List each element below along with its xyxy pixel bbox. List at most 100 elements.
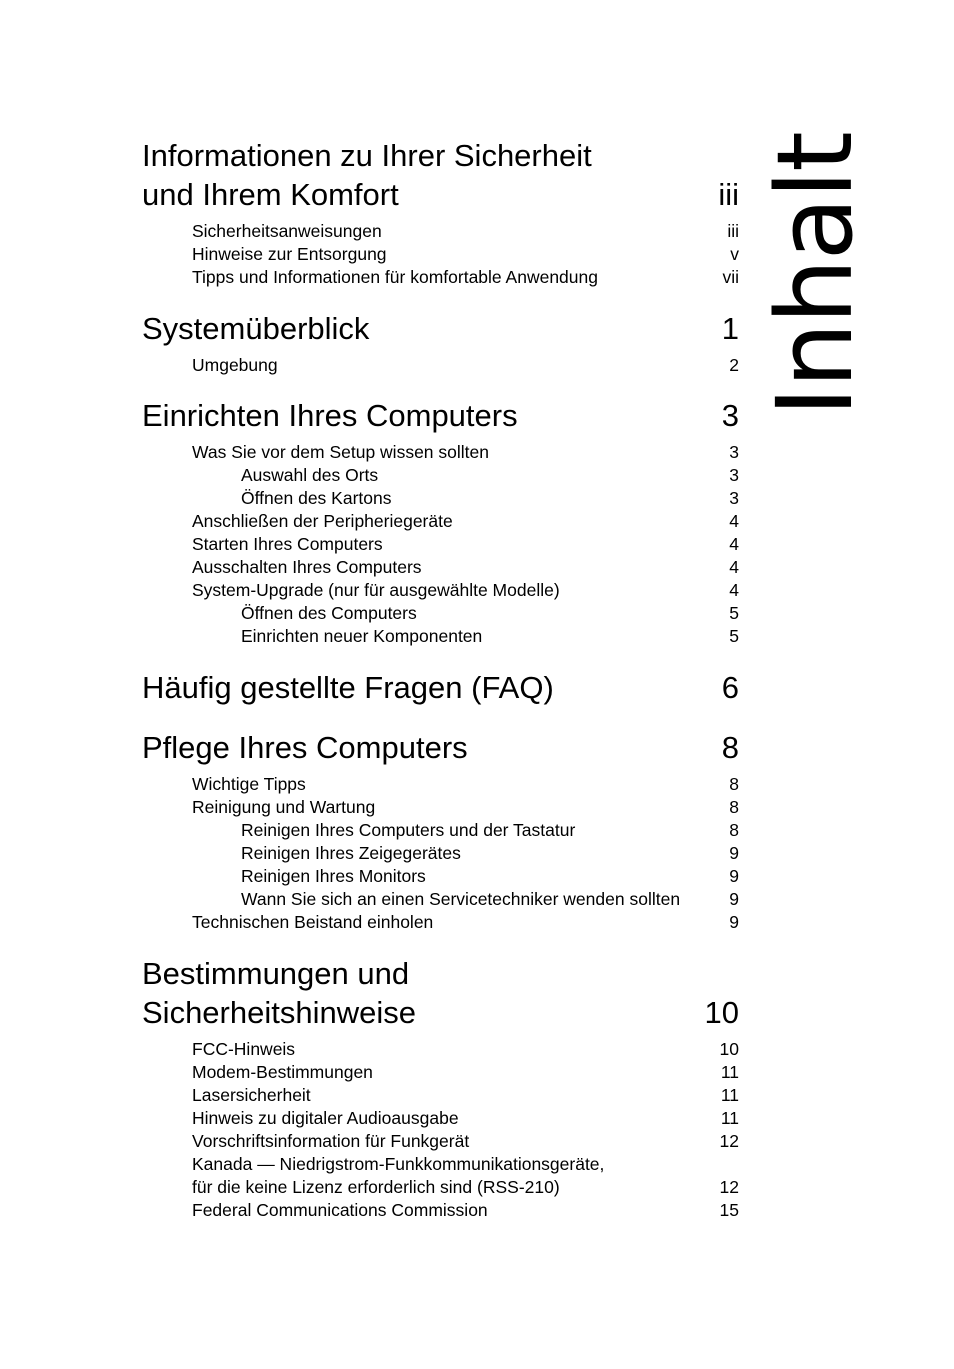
toc-entry-page: 12 xyxy=(719,1177,739,1197)
toc-entry-page: 4 xyxy=(729,511,739,531)
toc-entry[interactable]: Auswahl des Orts 3 xyxy=(142,464,739,487)
toc-entry-page: 8 xyxy=(729,774,739,794)
toc-entry-label: Tipps und Informationen für komfortable … xyxy=(192,267,598,287)
toc-entry[interactable]: Was Sie vor dem Setup wissen sollten 3 xyxy=(142,441,739,464)
toc-entry[interactable]: Vorschriftsinformation für Funkgerät 12 xyxy=(142,1130,739,1153)
toc-entry-label: Einrichten neuer Komponenten xyxy=(241,626,483,646)
toc-entry[interactable]: Federal Communications Commission 15 xyxy=(142,1199,739,1222)
chapter-title-line: Einrichten Ihres Computers xyxy=(142,398,518,433)
toc-entries: Umgebung 2 xyxy=(142,354,739,377)
toc-entry-page: v xyxy=(730,244,739,264)
toc-entry-page: 8 xyxy=(729,797,739,817)
side-title: Inhalt xyxy=(754,133,876,417)
toc-entry-page: 9 xyxy=(729,889,739,909)
chapter-heading[interactable]: Bestimmungen und Sicherheitshinweise 10 xyxy=(142,954,739,1032)
toc-entries: Sicherheitsanweisungen iii Hinweise zur En… xyxy=(142,220,739,289)
toc-entries: Was Sie vor dem Setup wissen sollten 3 Aus… xyxy=(142,441,739,648)
toc-entry[interactable]: Modem-Bestimmungen 11 xyxy=(142,1061,739,1084)
toc-entry-page: 4 xyxy=(729,557,739,577)
chapter-title: Häufig gestellte Fragen (FAQ) xyxy=(142,668,722,707)
toc-entry-label: Federal Communications Commission xyxy=(192,1200,488,1220)
chapter-heading[interactable]: Pflege Ihres Computers 8 xyxy=(142,728,739,767)
toc-entry[interactable]: Umgebung 2 xyxy=(142,354,739,377)
toc-entry-page: 12 xyxy=(719,1131,739,1151)
chapter-page-number: 10 xyxy=(704,995,739,1030)
toc-entry-label: Starten Ihres Computers xyxy=(192,534,383,554)
toc-entry[interactable]: für die keine Lizenz erforderlich sind (… xyxy=(142,1176,739,1199)
chapter-title-line: Systemüberblick xyxy=(142,311,370,346)
toc-chapter: Bestimmungen und Sicherheitshinweise 10 FCC… xyxy=(142,954,739,1222)
toc-entry-label: Vorschriftsinformation für Funkgerät xyxy=(192,1131,470,1151)
toc-entry-page: vii xyxy=(722,267,739,287)
toc-entry-label: Sicherheitsanweisungen xyxy=(192,221,382,241)
chapter-title-line: Informationen zu Ihrer Sicherheit xyxy=(142,138,592,173)
chapter-title-line: Häufig gestellte Fragen (FAQ) xyxy=(142,670,554,705)
toc-entries: Wichtige Tipps 8 Reinigung und Wartung 8 Rei… xyxy=(142,773,739,934)
toc-entry[interactable]: Technischen Beistand einholen 9 xyxy=(142,911,739,934)
toc-entry-label: Wann Sie sich an einen Servicetechniker … xyxy=(241,889,681,909)
chapter-page-number: 8 xyxy=(721,730,739,765)
toc-entry-label: Auswahl des Orts xyxy=(241,465,379,485)
toc-entry[interactable]: Reinigen Ihres Computers und der Tastatu… xyxy=(142,819,739,842)
toc-chapter: Einrichten Ihres Computers 3 Was Sie vor d… xyxy=(142,396,739,648)
toc-chapter: Informationen zu Ihrer Sicherheit und Ihr… xyxy=(142,136,739,289)
chapter-heading[interactable]: Einrichten Ihres Computers 3 xyxy=(142,396,739,435)
toc-entry[interactable]: Sicherheitsanweisungen iii xyxy=(142,220,739,243)
chapter-page-number: iii xyxy=(718,177,739,212)
chapter-title: Bestimmungen und Sicherheitshinweise xyxy=(142,954,705,1032)
chapter-title: Informationen zu Ihrer Sicherheit und Ihr… xyxy=(142,136,718,214)
toc-entry[interactable]: Hinweise zur Entsorgung v xyxy=(142,243,739,266)
toc-entry[interactable]: Hinweis zu digitaler Audioausgabe 11 xyxy=(142,1107,739,1130)
toc-entry[interactable]: Lasersicherheit 11 xyxy=(142,1084,739,1107)
toc-entry-label: für die keine Lizenz erforderlich sind (… xyxy=(192,1177,560,1197)
toc-entry-label: Öffnen des Computers xyxy=(241,603,417,623)
toc-entry-label: System-Upgrade (nur für ausgewählte Mode… xyxy=(192,580,560,600)
toc-entry[interactable]: Tipps und Informationen für komfortable … xyxy=(142,266,739,289)
toc-entry-page: 4 xyxy=(729,580,739,600)
chapter-title: Systemüberblick xyxy=(142,309,722,348)
chapter-title: Pflege Ihres Computers xyxy=(142,728,722,767)
toc-entry[interactable]: Wichtige Tipps 8 xyxy=(142,773,739,796)
chapter-title-line: Pflege Ihres Computers xyxy=(142,730,468,765)
toc-entry[interactable]: Kanada — Niedrigstrom-Funkkommunikations… xyxy=(142,1153,739,1176)
toc-entry[interactable]: FCC-Hinweis 10 xyxy=(142,1038,739,1061)
toc-entry[interactable]: Reinigung und Wartung 8 xyxy=(142,796,739,819)
chapter-page-number: 6 xyxy=(721,670,739,705)
toc-entry[interactable]: Reinigen Ihres Zeigegerätes 9 xyxy=(142,842,739,865)
toc-entry-label: Ausschalten Ihres Computers xyxy=(192,557,422,577)
toc-entry-page: 9 xyxy=(729,866,739,886)
toc-entry[interactable]: Starten Ihres Computers 4 xyxy=(142,533,739,556)
toc-entry-page: 11 xyxy=(720,1085,739,1105)
toc-entry-label: Kanada — Niedrigstrom-Funkkommunikations… xyxy=(192,1154,605,1174)
toc-entry-label: Reinigen Ihres Zeigegerätes xyxy=(241,843,461,863)
toc-entry[interactable]: Ausschalten Ihres Computers 4 xyxy=(142,556,739,579)
toc-entry-label: Hinweis zu digitaler Audioausgabe xyxy=(192,1108,459,1128)
chapter-heading[interactable]: Häufig gestellte Fragen (FAQ) 6 xyxy=(142,668,739,707)
toc-entry-label: Reinigen Ihres Monitors xyxy=(241,866,426,886)
toc-entry[interactable]: Öffnen des Computers 5 xyxy=(142,602,739,625)
toc-entry[interactable]: Anschließen der Peripheriegeräte 4 xyxy=(142,510,739,533)
toc-entry[interactable]: Einrichten neuer Komponenten 5 xyxy=(142,625,739,648)
toc-entries: FCC-Hinweis 10 Modem-Bestimmungen 11 Lasersi… xyxy=(142,1038,739,1222)
toc-entry-label: Anschließen der Peripheriegeräte xyxy=(192,511,453,531)
chapter-title: Einrichten Ihres Computers xyxy=(142,396,722,435)
chapter-heading[interactable]: Systemüberblick 1 xyxy=(142,309,739,348)
toc-entry-page: iii xyxy=(727,221,739,241)
toc-entry[interactable]: Öffnen des Kartons 3 xyxy=(142,487,739,510)
side-title-text: Inhalt xyxy=(754,133,876,417)
toc-entry[interactable]: Wann Sie sich an einen Servicetechniker … xyxy=(142,888,739,911)
toc-entry-label: Öffnen des Kartons xyxy=(241,488,392,508)
toc-entry-label: Technischen Beistand einholen xyxy=(192,912,434,932)
toc-entry-label: Wichtige Tipps xyxy=(192,774,306,794)
toc-entry-page: 9 xyxy=(729,843,739,863)
toc-entry-page: 5 xyxy=(729,603,739,623)
toc-entry-label: Lasersicherheit xyxy=(192,1085,311,1105)
toc-entry[interactable]: System-Upgrade (nur für ausgewählte Mode… xyxy=(142,579,739,602)
toc-entry-page: 2 xyxy=(729,355,739,375)
toc-entry-label: Reinigen Ihres Computers und der Tastatu… xyxy=(241,820,576,840)
toc-entry-label: FCC-Hinweis xyxy=(192,1039,296,1059)
toc-entry-label: Hinweise zur Entsorgung xyxy=(192,244,387,264)
chapter-heading[interactable]: Informationen zu Ihrer Sicherheit und Ihr… xyxy=(142,136,739,214)
toc-entry[interactable]: Reinigen Ihres Monitors 9 xyxy=(142,865,739,888)
toc-entry-page: 8 xyxy=(729,820,739,840)
